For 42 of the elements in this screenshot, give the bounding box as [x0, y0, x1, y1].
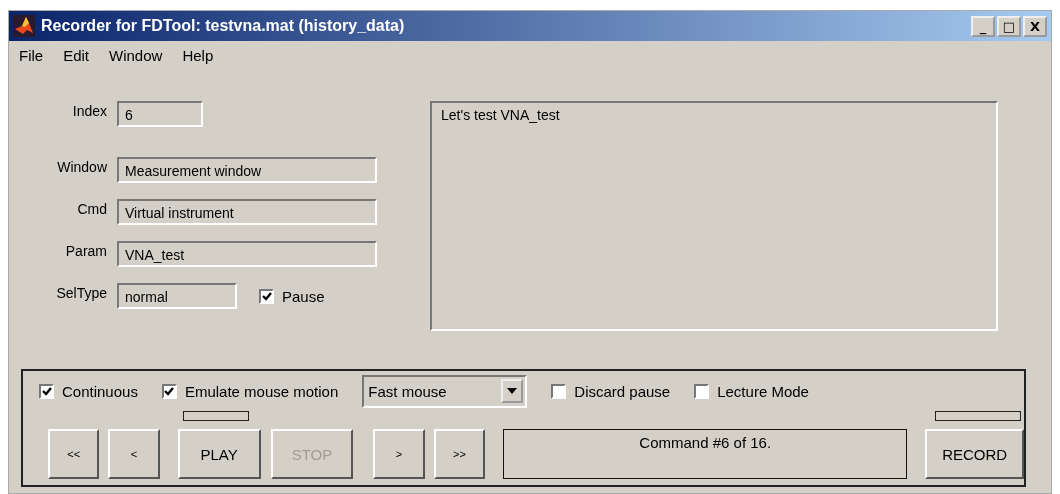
- window-control-button[interactable]: X: [1023, 15, 1047, 37]
- mouse-speed-dropdown[interactable]: Fast mouse: [362, 374, 528, 408]
- playback-button[interactable]: >: [373, 429, 425, 479]
- check-icon: [164, 386, 175, 396]
- window-control-button[interactable]: _: [971, 15, 995, 37]
- caret-icon: [507, 388, 518, 394]
- playback-button[interactable]: <: [108, 429, 160, 479]
- check-icon: [261, 292, 272, 301]
- text-field[interactable]: VNA_test: [117, 241, 377, 267]
- checkbox-label: Continuous: [62, 382, 138, 400]
- playback-button[interactable]: <<: [48, 429, 100, 479]
- menu-item[interactable]: Help: [174, 47, 226, 71]
- checkbox[interactable]: [551, 383, 567, 399]
- checkbox[interactable]: [39, 383, 54, 399]
- window-title: Recorder for FDTool: testvna.mat (history_data): [41, 17, 406, 35]
- text-field[interactable]: Virtual instrument: [117, 199, 377, 225]
- menu-item[interactable]: Edit: [55, 47, 102, 71]
- field-label: Index: [71, 102, 107, 119]
- playback-button[interactable]: PLAY: [177, 429, 261, 479]
- text-field[interactable]: normal: [117, 283, 237, 309]
- message-box: Let's test VNA_test: [430, 101, 998, 331]
- checkbox-label: Discard pause: [574, 382, 671, 400]
- record-button[interactable]: RECORD: [925, 429, 1024, 479]
- text-field[interactable]: 6: [117, 101, 203, 127]
- window-control-button[interactable]: □: [997, 15, 1021, 37]
- indicator-bar: [183, 411, 249, 421]
- field-label: Cmd: [76, 200, 107, 217]
- checkbox[interactable]: [694, 383, 710, 399]
- field-label: Param: [64, 242, 107, 259]
- status-display: Command #6 of 16.: [503, 429, 908, 479]
- text-field[interactable]: Measurement window: [117, 157, 377, 183]
- field-label: SelType: [55, 284, 107, 301]
- menu-item[interactable]: File: [11, 47, 56, 71]
- checkbox-label: Pause: [282, 288, 325, 305]
- checkbox-label: Emulate mouse motion: [184, 382, 339, 400]
- menu-item[interactable]: Window: [101, 47, 175, 71]
- playback-button[interactable]: >>: [433, 429, 486, 479]
- checkbox[interactable]: [161, 383, 177, 399]
- field-label: Window: [56, 158, 107, 175]
- check-icon: [41, 386, 52, 396]
- checkbox[interactable]: [259, 289, 274, 304]
- checkbox-label: Lecture Mode: [717, 382, 809, 400]
